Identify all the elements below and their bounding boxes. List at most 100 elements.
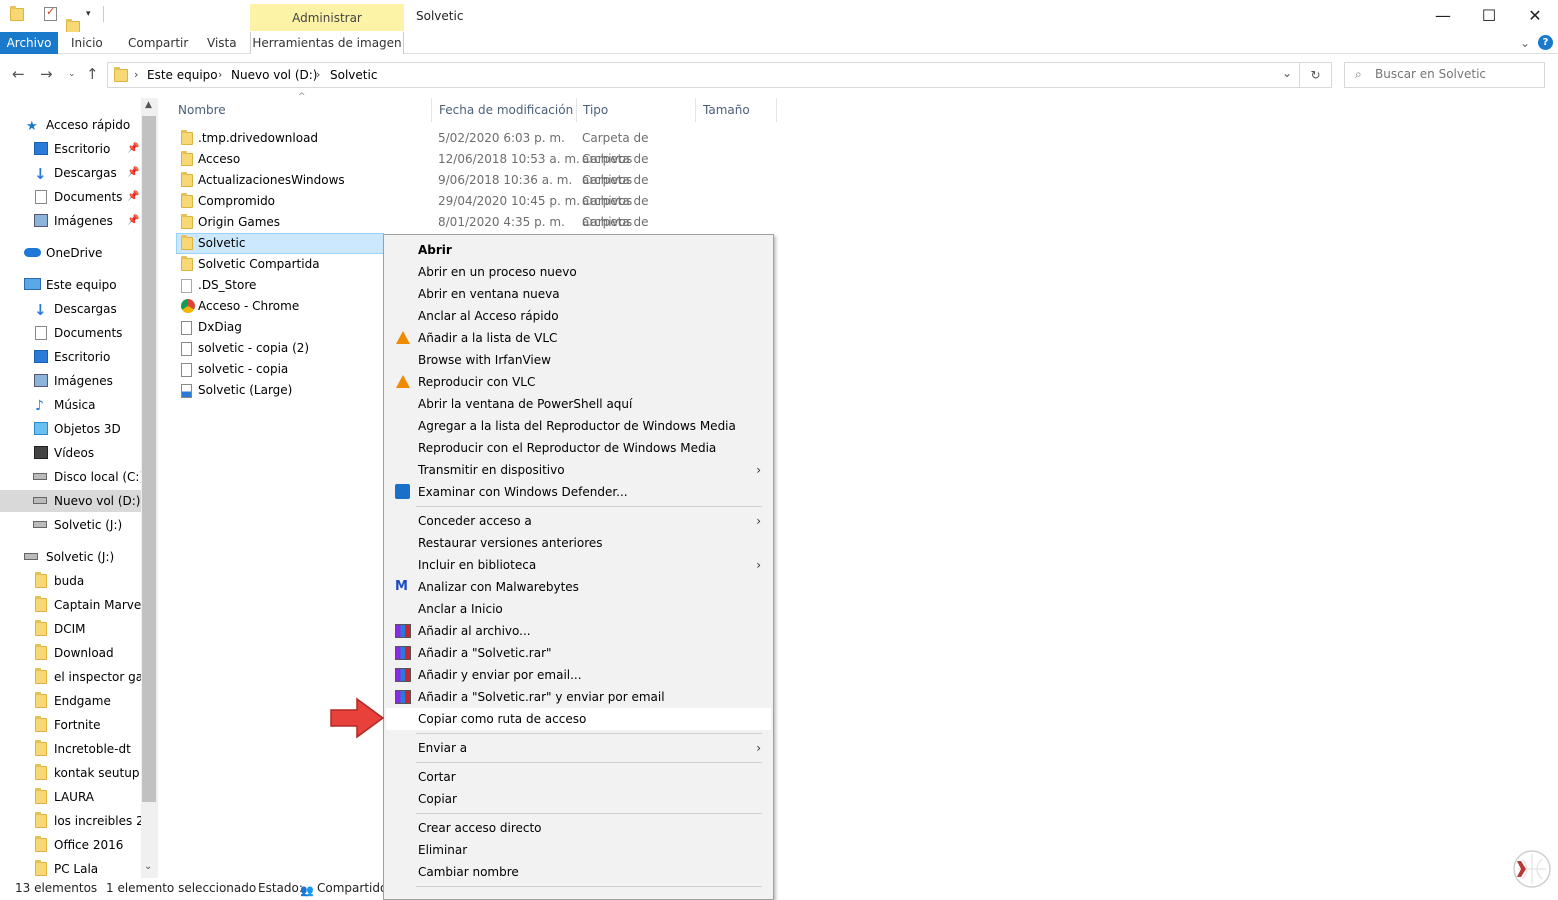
scrollbar-thumb[interactable] (142, 116, 156, 802)
sidebar-item-folder[interactable]: Incretoble-dt (0, 738, 141, 760)
pin-icon[interactable]: 📌 (127, 186, 139, 208)
sidebar-item-este-equipo[interactable]: Este equipo (0, 274, 141, 296)
menu-item-cambiar-nombre[interactable]: Cambiar nombre (386, 861, 771, 883)
sidebar-item-pc-escritorio[interactable]: Escritorio (0, 346, 141, 368)
sidebar-item-folder[interactable]: DCIM (0, 618, 141, 640)
properties-icon[interactable]: ✓ (44, 5, 57, 21)
menu-item-browse-irfanview[interactable]: Browse with IrfanView (386, 349, 771, 371)
sidebar-item-descargas[interactable]: ↓ Descargas 📌 (0, 162, 141, 184)
menu-item-anadir-archivo[interactable]: Añadir al archivo... (386, 620, 771, 642)
menu-item-conceder-acceso[interactable]: Conceder acceso a › (386, 510, 771, 532)
menu-item-reproducir-vlc[interactable]: Reproducir con VLC (386, 371, 771, 393)
menu-item-abrir-ventana-nueva[interactable]: Abrir en ventana nueva (386, 283, 771, 305)
sidebar-item-pc-imagenes[interactable]: Imágenes (0, 370, 141, 392)
menu-item-anadir-rar-email[interactable]: Añadir a "Solvetic.rar" y enviar por ema… (386, 686, 771, 708)
tab-herramientas-de-imagen[interactable]: Herramientas de imagen (250, 32, 404, 54)
menu-item-copiar[interactable]: Copiar (386, 788, 771, 810)
maximize-button[interactable]: ☐ (1466, 2, 1512, 30)
menu-item-windows-defender[interactable]: Examinar con Windows Defender... (386, 481, 771, 503)
menu-item-transmitir[interactable]: Transmitir en dispositivo › (386, 459, 771, 481)
sidebar-item-solvetic-j[interactable]: Solvetic (J:) (0, 514, 141, 536)
menu-item-abrir-proceso-nuevo[interactable]: Abrir en un proceso nuevo (386, 261, 771, 283)
sidebar-item-escritorio[interactable]: Escritorio 📌 (0, 138, 141, 160)
menu-item-powershell[interactable]: Abrir la ventana de PowerShell aquí (386, 393, 771, 415)
menu-item-anadir-rar[interactable]: Añadir a "Solvetic.rar" (386, 642, 771, 664)
menu-item-crear-acceso-directo[interactable]: Crear acceso directo (386, 817, 771, 839)
tab-archivo[interactable]: Archivo (0, 32, 58, 54)
sidebar-item-drive-solvetic-j[interactable]: Solvetic (J:) (0, 546, 141, 568)
menu-item-incluir-biblioteca[interactable]: Incluir en biblioteca › (386, 554, 771, 576)
sidebar-item-folder[interactable]: Captain Marvel (0, 594, 141, 616)
menu-item-abrir[interactable]: Abrir (386, 239, 771, 261)
tab-compartir[interactable]: Compartir (128, 32, 188, 54)
menu-item-enviar-a[interactable]: Enviar a › (386, 737, 771, 759)
file-row[interactable]: ActualizacionesWindows 9/06/2018 10:36 a… (176, 170, 696, 208)
sidebar-item-disco-local-c[interactable]: Disco local (C:) (0, 466, 141, 488)
menu-item-agregar-wmp[interactable]: Agregar a la lista del Reproductor de Wi… (386, 415, 771, 437)
file-row[interactable]: Compromido 29/04/2020 10:45 p. m. Carpet… (176, 191, 696, 229)
sidebar-item-pc-documents[interactable]: Documents (0, 322, 141, 344)
sidebar-item-pc-descargas[interactable]: ↓ Descargas (0, 298, 141, 320)
tab-inicio[interactable]: Inicio (71, 32, 103, 54)
sidebar-item-objetos-3d[interactable]: Objetos 3D (0, 418, 141, 440)
file-row[interactable]: .tmp.drivedownload 5/02/2020 6:03 p. m. … (176, 128, 696, 166)
sidebar-item-folder[interactable]: PC Lala (0, 858, 141, 878)
menu-item-malwarebytes[interactable]: M Analizar con Malwarebytes (386, 576, 771, 598)
sidebar-item-folder[interactable]: Download (0, 642, 141, 664)
sidebar-item-nuevo-vol-d[interactable]: Nuevo vol (D:) (0, 490, 141, 512)
tab-vista[interactable]: Vista (207, 32, 237, 54)
sidebar-item-folder[interactable]: LAURA (0, 786, 141, 808)
sidebar-item-imagenes[interactable]: Imágenes 📌 (0, 210, 141, 232)
minimize-button[interactable]: — (1420, 2, 1466, 30)
column-header-size[interactable]: Tamaño (697, 98, 777, 122)
sidebar-item-folder[interactable]: buda (0, 570, 141, 592)
sidebar-item-folder[interactable]: el inspector gadget (0, 666, 141, 688)
sidebar-item-folder[interactable]: Endgame (0, 690, 141, 712)
file-row[interactable]: Origin Games 8/01/2020 4:35 p. m. Carpet… (176, 212, 696, 250)
column-header-name[interactable]: Nombre (172, 98, 432, 122)
file-row-selected[interactable]: Solvetic (176, 233, 384, 254)
search-input[interactable] (1375, 67, 1535, 81)
sidebar-item-videos[interactable]: Vídeos (0, 442, 141, 464)
address-dropdown-icon[interactable]: ⌄ (1282, 66, 1292, 80)
menu-item-cortar[interactable]: Cortar (386, 766, 771, 788)
sidebar-item-onedrive[interactable]: OneDrive (0, 242, 141, 264)
menu-item-reproducir-wmp[interactable]: Reproducir con el Reproductor de Windows… (386, 437, 771, 459)
column-header-type[interactable]: Tipo (577, 98, 696, 122)
menu-item-anclar-inicio[interactable]: Anclar a Inicio (386, 598, 771, 620)
menu-item-restaurar-versiones[interactable]: Restaurar versiones anteriores (386, 532, 771, 554)
sidebar-item-folder[interactable]: kontak seutup (0, 762, 141, 784)
sidebar-item-musica[interactable]: ♪ Música (0, 394, 141, 416)
column-header-modified[interactable]: Fecha de modificación (433, 98, 577, 122)
breadcrumb-nuevo-vol[interactable]: Nuevo vol (D:) (231, 68, 317, 82)
file-row[interactable]: Acceso 12/06/2018 10:53 a. m. Carpeta de… (176, 149, 696, 187)
scroll-up-arrow-icon[interactable]: ▲ (145, 100, 152, 110)
sidebar-item-folder[interactable]: Office 2016 (0, 834, 141, 856)
customize-quick-access-icon[interactable]: ▾ (86, 9, 91, 19)
up-arrow-icon[interactable]: ↑ (86, 65, 99, 83)
sidebar-item-folder[interactable]: los increibles 2 (0, 810, 141, 832)
sidebar-item-acceso-rapido[interactable]: ★ Acceso rápido (0, 114, 141, 136)
refresh-button[interactable]: ↻ (1300, 62, 1332, 88)
search-box[interactable]: ⌕ (1344, 62, 1545, 88)
address-bar[interactable]: › Este equipo › Nuevo vol (D:) › Solveti… (107, 62, 1300, 88)
recent-locations-icon[interactable]: ⌄ (68, 69, 76, 79)
pin-icon[interactable]: 📌 (127, 162, 139, 184)
sidebar-item-documents[interactable]: Documents 📌 (0, 186, 141, 208)
menu-item-eliminar[interactable]: Eliminar (386, 839, 771, 861)
sidebar-item-folder[interactable]: Fortnite (0, 714, 141, 736)
breadcrumb-solvetic[interactable]: Solvetic (330, 68, 377, 82)
menu-item-anadir-lista-vlc[interactable]: Añadir a la lista de VLC (386, 327, 771, 349)
menu-item-anclar-acceso-rapido[interactable]: Anclar al Acceso rápido (386, 305, 771, 327)
menu-item-anadir-email[interactable]: Añadir y enviar por email... (386, 664, 771, 686)
back-arrow-icon[interactable]: ← (12, 65, 25, 83)
close-button[interactable]: ✕ (1512, 2, 1558, 30)
menu-item-copiar-ruta-acceso[interactable]: Copiar como ruta de acceso (386, 708, 771, 730)
forward-arrow-icon[interactable]: → (40, 65, 53, 83)
chevron-down-icon[interactable]: ⌄ (1520, 32, 1530, 54)
help-icon[interactable]: ? (1538, 35, 1553, 50)
breadcrumb-este-equipo[interactable]: Este equipo (147, 68, 218, 82)
pin-icon[interactable]: 📌 (127, 138, 139, 160)
scroll-down-arrow-icon[interactable]: ⌄ (144, 861, 152, 872)
pin-icon[interactable]: 📌 (127, 210, 139, 232)
